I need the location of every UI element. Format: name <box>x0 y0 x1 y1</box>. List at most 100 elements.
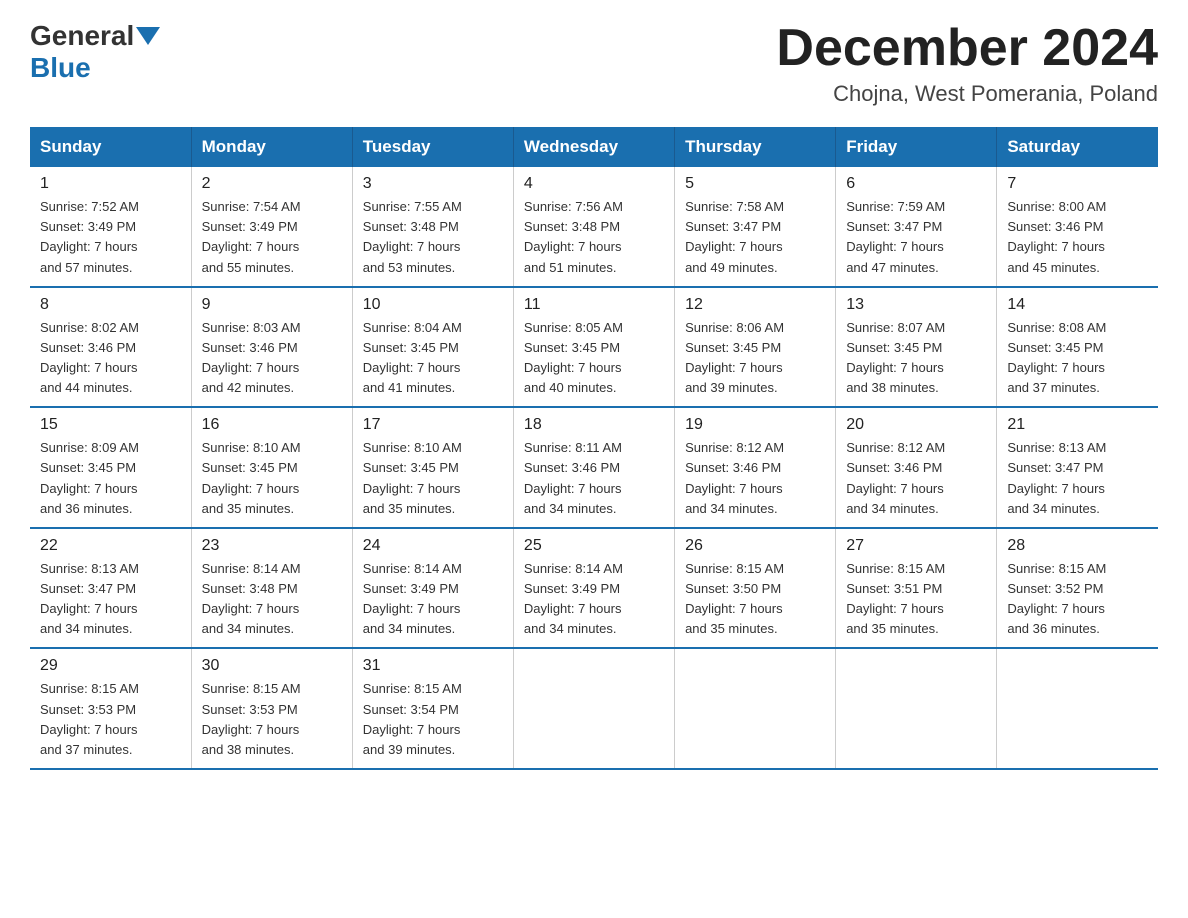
calendar-cell <box>675 648 836 769</box>
calendar-cell: 26Sunrise: 8:15 AM Sunset: 3:50 PM Dayli… <box>675 528 836 649</box>
day-info: Sunrise: 8:12 AM Sunset: 3:46 PM Dayligh… <box>846 438 986 519</box>
day-info: Sunrise: 7:54 AM Sunset: 3:49 PM Dayligh… <box>202 197 342 278</box>
day-info: Sunrise: 8:14 AM Sunset: 3:48 PM Dayligh… <box>202 559 342 640</box>
logo-arrow-icon <box>136 27 160 45</box>
calendar-cell <box>513 648 674 769</box>
day-info: Sunrise: 8:09 AM Sunset: 3:45 PM Dayligh… <box>40 438 181 519</box>
calendar-cell: 11 Sunrise: 8:05 AM Sunset: 3:45 PM Dayli… <box>513 287 674 408</box>
calendar-cell: 17Sunrise: 8:10 AM Sunset: 3:45 PM Dayli… <box>352 407 513 528</box>
header-tuesday: Tuesday <box>352 127 513 167</box>
calendar-cell: 3 Sunrise: 7:55 AM Sunset: 3:48 PM Daylig… <box>352 167 513 287</box>
day-info: Sunrise: 7:58 AM Sunset: 3:47 PM Dayligh… <box>685 197 825 278</box>
day-info: Sunrise: 8:08 AM Sunset: 3:45 PM Dayligh… <box>1007 318 1148 399</box>
day-info: Sunrise: 8:15 AM Sunset: 3:51 PM Dayligh… <box>846 559 986 640</box>
calendar-cell: 29Sunrise: 8:15 AM Sunset: 3:53 PM Dayli… <box>30 648 191 769</box>
calendar-cell: 21 Sunrise: 8:13 AM Sunset: 3:47 PM Dayli… <box>997 407 1158 528</box>
calendar-cell: 5Sunrise: 7:58 AM Sunset: 3:47 PM Daylig… <box>675 167 836 287</box>
day-info: Sunrise: 8:04 AM Sunset: 3:45 PM Dayligh… <box>363 318 503 399</box>
day-info: Sunrise: 8:13 AM Sunset: 3:47 PM Dayligh… <box>1007 438 1148 519</box>
calendar-cell: 6 Sunrise: 7:59 AM Sunset: 3:47 PM Daylig… <box>836 167 997 287</box>
calendar-week-3: 15Sunrise: 8:09 AM Sunset: 3:45 PM Dayli… <box>30 407 1158 528</box>
day-number: 27 <box>846 537 986 555</box>
day-number: 30 <box>202 657 342 675</box>
header-friday: Friday <box>836 127 997 167</box>
day-number: 21 <box>1007 416 1148 434</box>
day-info: Sunrise: 8:15 AM Sunset: 3:52 PM Dayligh… <box>1007 559 1148 640</box>
day-number: 9 <box>202 296 342 314</box>
day-info: Sunrise: 8:11 AM Sunset: 3:46 PM Dayligh… <box>524 438 664 519</box>
header-saturday: Saturday <box>997 127 1158 167</box>
day-info: Sunrise: 8:12 AM Sunset: 3:46 PM Dayligh… <box>685 438 825 519</box>
calendar-cell: 16 Sunrise: 8:10 AM Sunset: 3:45 PM Dayli… <box>191 407 352 528</box>
calendar-cell: 25 Sunrise: 8:14 AM Sunset: 3:49 PM Dayli… <box>513 528 674 649</box>
day-number: 22 <box>40 537 181 555</box>
calendar-cell: 23 Sunrise: 8:14 AM Sunset: 3:48 PM Dayli… <box>191 528 352 649</box>
calendar-cell <box>836 648 997 769</box>
page-header: General Blue December 2024 Chojna, West … <box>30 20 1158 107</box>
day-info: Sunrise: 8:10 AM Sunset: 3:45 PM Dayligh… <box>202 438 342 519</box>
day-number: 16 <box>202 416 342 434</box>
calendar-cell: 24Sunrise: 8:14 AM Sunset: 3:49 PM Dayli… <box>352 528 513 649</box>
calendar-cell: 20 Sunrise: 8:12 AM Sunset: 3:46 PM Dayli… <box>836 407 997 528</box>
day-info: Sunrise: 8:14 AM Sunset: 3:49 PM Dayligh… <box>363 559 503 640</box>
month-title: December 2024 <box>776 20 1158 77</box>
logo-general-text: General <box>30 20 134 52</box>
day-number: 25 <box>524 537 664 555</box>
day-info: Sunrise: 8:07 AM Sunset: 3:45 PM Dayligh… <box>846 318 986 399</box>
calendar-cell: 1Sunrise: 7:52 AM Sunset: 3:49 PM Daylig… <box>30 167 191 287</box>
calendar-table: SundayMondayTuesdayWednesdayThursdayFrid… <box>30 127 1158 770</box>
location-subtitle: Chojna, West Pomerania, Poland <box>776 81 1158 107</box>
calendar-cell: 15Sunrise: 8:09 AM Sunset: 3:45 PM Dayli… <box>30 407 191 528</box>
calendar-cell: 12 Sunrise: 8:06 AM Sunset: 3:45 PM Dayli… <box>675 287 836 408</box>
day-number: 31 <box>363 657 503 675</box>
day-number: 4 <box>524 175 664 193</box>
day-number: 28 <box>1007 537 1148 555</box>
day-number: 6 <box>846 175 986 193</box>
day-number: 14 <box>1007 296 1148 314</box>
calendar-cell: 10 Sunrise: 8:04 AM Sunset: 3:45 PM Dayli… <box>352 287 513 408</box>
calendar-cell: 2Sunrise: 7:54 AM Sunset: 3:49 PM Daylig… <box>191 167 352 287</box>
day-info: Sunrise: 8:15 AM Sunset: 3:53 PM Dayligh… <box>40 679 181 760</box>
day-info: Sunrise: 8:03 AM Sunset: 3:46 PM Dayligh… <box>202 318 342 399</box>
calendar-cell: 9 Sunrise: 8:03 AM Sunset: 3:46 PM Daylig… <box>191 287 352 408</box>
calendar-cell: 30Sunrise: 8:15 AM Sunset: 3:53 PM Dayli… <box>191 648 352 769</box>
calendar-header-row: SundayMondayTuesdayWednesdayThursdayFrid… <box>30 127 1158 167</box>
header-thursday: Thursday <box>675 127 836 167</box>
day-number: 11 <box>524 296 664 314</box>
calendar-cell: 14 Sunrise: 8:08 AM Sunset: 3:45 PM Dayli… <box>997 287 1158 408</box>
day-number: 23 <box>202 537 342 555</box>
calendar-cell: 7Sunrise: 8:00 AM Sunset: 3:46 PM Daylig… <box>997 167 1158 287</box>
logo-blue-text: Blue <box>30 52 91 84</box>
day-number: 1 <box>40 175 181 193</box>
day-info: Sunrise: 8:14 AM Sunset: 3:49 PM Dayligh… <box>524 559 664 640</box>
calendar-week-1: 1Sunrise: 7:52 AM Sunset: 3:49 PM Daylig… <box>30 167 1158 287</box>
day-info: Sunrise: 8:13 AM Sunset: 3:47 PM Dayligh… <box>40 559 181 640</box>
header-wednesday: Wednesday <box>513 127 674 167</box>
calendar-cell: 18Sunrise: 8:11 AM Sunset: 3:46 PM Dayli… <box>513 407 674 528</box>
calendar-week-2: 8 Sunrise: 8:02 AM Sunset: 3:46 PM Daylig… <box>30 287 1158 408</box>
logo: General Blue <box>30 20 162 84</box>
day-number: 3 <box>363 175 503 193</box>
day-info: Sunrise: 8:15 AM Sunset: 3:54 PM Dayligh… <box>363 679 503 760</box>
day-info: Sunrise: 8:06 AM Sunset: 3:45 PM Dayligh… <box>685 318 825 399</box>
title-section: December 2024 Chojna, West Pomerania, Po… <box>776 20 1158 107</box>
day-number: 20 <box>846 416 986 434</box>
day-info: Sunrise: 8:10 AM Sunset: 3:45 PM Dayligh… <box>363 438 503 519</box>
calendar-cell: 28 Sunrise: 8:15 AM Sunset: 3:52 PM Dayli… <box>997 528 1158 649</box>
calendar-cell: 13Sunrise: 8:07 AM Sunset: 3:45 PM Dayli… <box>836 287 997 408</box>
calendar-cell: 19 Sunrise: 8:12 AM Sunset: 3:46 PM Dayli… <box>675 407 836 528</box>
day-number: 10 <box>363 296 503 314</box>
day-info: Sunrise: 8:05 AM Sunset: 3:45 PM Dayligh… <box>524 318 664 399</box>
calendar-cell: 8 Sunrise: 8:02 AM Sunset: 3:46 PM Daylig… <box>30 287 191 408</box>
day-info: Sunrise: 7:56 AM Sunset: 3:48 PM Dayligh… <box>524 197 664 278</box>
day-info: Sunrise: 7:59 AM Sunset: 3:47 PM Dayligh… <box>846 197 986 278</box>
calendar-cell: 27 Sunrise: 8:15 AM Sunset: 3:51 PM Dayli… <box>836 528 997 649</box>
day-number: 12 <box>685 296 825 314</box>
day-info: Sunrise: 8:02 AM Sunset: 3:46 PM Dayligh… <box>40 318 181 399</box>
day-number: 19 <box>685 416 825 434</box>
calendar-week-5: 29Sunrise: 8:15 AM Sunset: 3:53 PM Dayli… <box>30 648 1158 769</box>
day-number: 7 <box>1007 175 1148 193</box>
day-info: Sunrise: 7:55 AM Sunset: 3:48 PM Dayligh… <box>363 197 503 278</box>
day-number: 8 <box>40 296 181 314</box>
header-monday: Monday <box>191 127 352 167</box>
